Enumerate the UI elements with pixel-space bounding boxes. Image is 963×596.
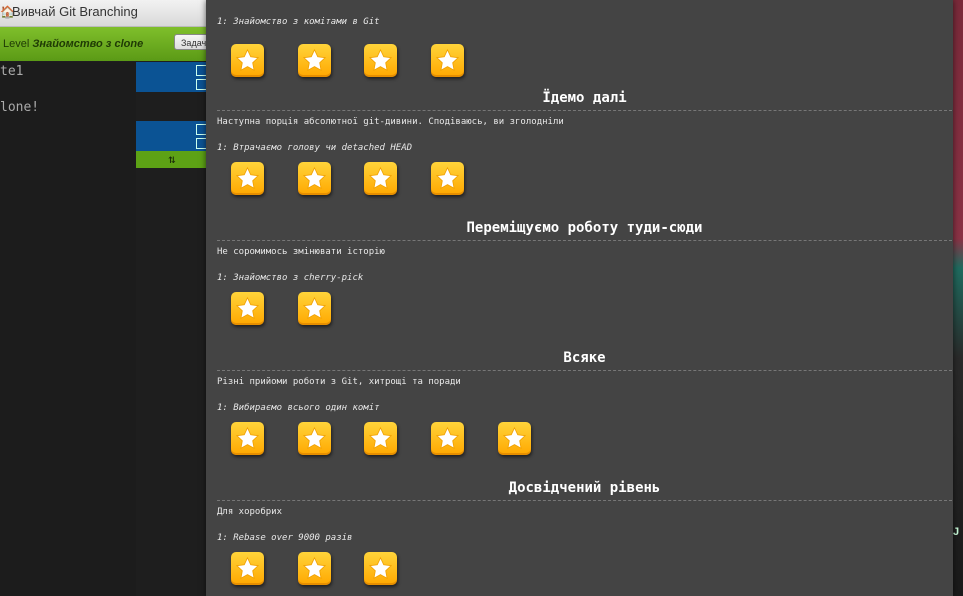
command-row: [136, 121, 208, 151]
level-star-button[interactable]: [297, 162, 331, 195]
star-icon: [302, 48, 326, 71]
section-title: Досвідчений рівень: [217, 480, 952, 501]
section-description: Наступна порція абсолютної git-дивини. С…: [217, 117, 564, 127]
level-label: Level Знайомство з clone: [3, 38, 143, 50]
sync-icon: ⇅: [168, 152, 176, 166]
level-star-button[interactable]: [231, 44, 264, 77]
app-title: Вивчай Git Branching: [12, 4, 138, 19]
star-icon: [235, 48, 260, 71]
level-name: 1: Втрачаємо голову чи detached HEAD: [217, 143, 413, 153]
level-star-button[interactable]: [431, 44, 465, 77]
level-star-button[interactable]: [297, 44, 331, 77]
section-description: Для хоробрих: [217, 507, 283, 517]
command-row: [136, 62, 208, 92]
level-star-button[interactable]: [431, 422, 465, 455]
level-name: 1: Знайомство з cherry-pick: [217, 273, 364, 283]
level-star-button[interactable]: [364, 552, 398, 585]
star-icon: [502, 426, 526, 449]
level-star-button[interactable]: [297, 552, 331, 585]
star-icon: [369, 166, 393, 189]
star-icon: [436, 166, 460, 189]
star-icon: [369, 48, 393, 71]
star-icon: [436, 48, 460, 71]
level-star-button[interactable]: [364, 44, 398, 77]
level-star-button[interactable]: [364, 422, 398, 455]
star-icon: [302, 426, 326, 449]
level-star-button[interactable]: [297, 422, 331, 455]
star-icon: [235, 296, 260, 319]
section-title: Переміщуємо роботу туди-сюди: [217, 220, 952, 241]
right-edge-panel: J: [953, 0, 963, 596]
level-name: 1: Rebase over 9000 разів: [217, 533, 353, 543]
sync-row[interactable]: ⇅: [136, 151, 208, 168]
section-description: Не соромимось змінювати історію: [217, 247, 385, 257]
right-edge-text: J: [953, 526, 960, 538]
level-star-button[interactable]: [364, 162, 398, 195]
level-star-button[interactable]: [231, 162, 264, 195]
star-icon: [369, 426, 393, 449]
level-name: 1: Знайомство з комітами в Git: [217, 17, 380, 27]
level-star-button[interactable]: [231, 422, 264, 455]
level-star-button[interactable]: [297, 292, 331, 325]
level-name: 1: Вибираємо всього один коміт: [217, 403, 380, 413]
level-name-current: Знайомство з clone: [32, 38, 144, 50]
level-star-button[interactable]: [497, 422, 531, 455]
star-icon: [369, 556, 393, 579]
level-select-dialog: 1: Знайомство з комітами в Git Їдемо дал…: [206, 0, 953, 596]
star-icon: [302, 166, 326, 189]
star-icon: [235, 426, 260, 449]
section-description: Різні прийоми роботи з Git, хитрощі та п…: [217, 377, 461, 387]
level-star-button[interactable]: [431, 162, 465, 195]
code-line: lone!: [0, 100, 40, 115]
star-icon: [235, 556, 260, 579]
level-prefix: Level: [3, 38, 30, 50]
level-star-button[interactable]: [231, 292, 264, 325]
star-icon: [302, 556, 326, 579]
section-title: Їдемо далі: [217, 90, 952, 111]
command-history: te1 lone!: [0, 62, 136, 596]
section-title: Всяке: [217, 350, 952, 371]
star-icon: [235, 166, 260, 189]
star-icon: [302, 296, 326, 319]
code-line: te1: [0, 64, 24, 79]
star-icon: [436, 426, 460, 449]
level-star-button[interactable]: [231, 552, 264, 585]
